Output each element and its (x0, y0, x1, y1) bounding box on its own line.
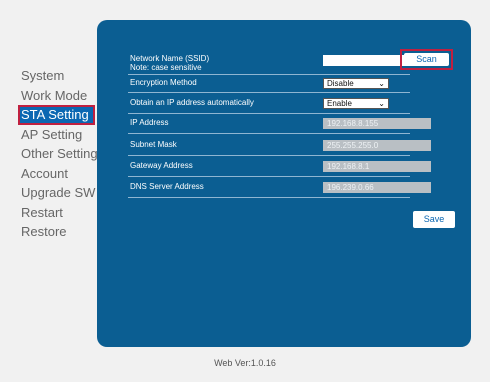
dhcp-label: Obtain an IP address automatically (130, 98, 254, 107)
dhcp-select-value: Enable (327, 99, 352, 108)
scan-button[interactable]: Scan (404, 53, 449, 66)
sidebar-item-upgrade-sw[interactable]: Upgrade SW (18, 183, 95, 203)
chevron-down-icon: ⌄ (378, 99, 385, 108)
sidebar-item-sta-setting[interactable]: STA Setting (18, 105, 95, 125)
network-name-row: Network Name (SSID) Note: case sensitive (128, 54, 431, 75)
encryption-select[interactable]: Disable ⌄ (323, 78, 389, 89)
dhcp-row: Obtain an IP address automatically Enabl… (128, 93, 410, 114)
encryption-select-value: Disable (327, 79, 354, 88)
gateway-row: Gateway Address 192.168.8.1 (128, 156, 431, 177)
chevron-down-icon: ⌄ (378, 79, 385, 88)
sidebar-item-restart[interactable]: Restart (18, 203, 95, 223)
subnet-label: Subnet Mask (130, 140, 177, 149)
subnet-row: Subnet Mask 255.255.255.0 (128, 134, 431, 156)
encryption-row: Encryption Method Disable ⌄ (128, 75, 410, 93)
dns-label: DNS Server Address (130, 182, 204, 191)
scan-button-highlight: Scan (400, 49, 453, 70)
ip-label: IP Address (130, 118, 169, 127)
web-version: Web Ver:1.0.16 (214, 358, 276, 368)
subnet-input[interactable]: 255.255.255.0 (323, 140, 431, 151)
dns-input[interactable]: 196.239.0.66 (323, 182, 431, 193)
sidebar-item-system[interactable]: System (18, 66, 95, 86)
settings-panel: Network Name (SSID) Note: case sensitive… (97, 20, 471, 347)
gateway-label: Gateway Address (130, 161, 193, 170)
sidebar-item-other-setting[interactable]: Other Setting (18, 144, 98, 164)
dhcp-select[interactable]: Enable ⌄ (323, 98, 389, 109)
encryption-label: Encryption Method (130, 78, 197, 87)
save-button[interactable]: Save (413, 211, 455, 228)
dns-row: DNS Server Address 196.239.0.66 (128, 177, 431, 198)
sidebar-item-account[interactable]: Account (18, 164, 95, 184)
sidebar-item-work-mode[interactable]: Work Mode (18, 86, 95, 106)
network-name-note: Note: case sensitive (130, 63, 202, 72)
sidebar-nav: System Work Mode STA Setting AP Setting … (18, 66, 98, 242)
network-name-label: Network Name (SSID) (130, 54, 210, 63)
gateway-input[interactable]: 192.168.8.1 (323, 161, 431, 172)
sidebar-item-ap-setting[interactable]: AP Setting (18, 125, 95, 145)
ip-input[interactable]: 192.168.8.155 (323, 118, 431, 129)
sidebar-item-restore[interactable]: Restore (18, 222, 95, 242)
ip-row: IP Address 192.168.8.155 (128, 114, 431, 134)
